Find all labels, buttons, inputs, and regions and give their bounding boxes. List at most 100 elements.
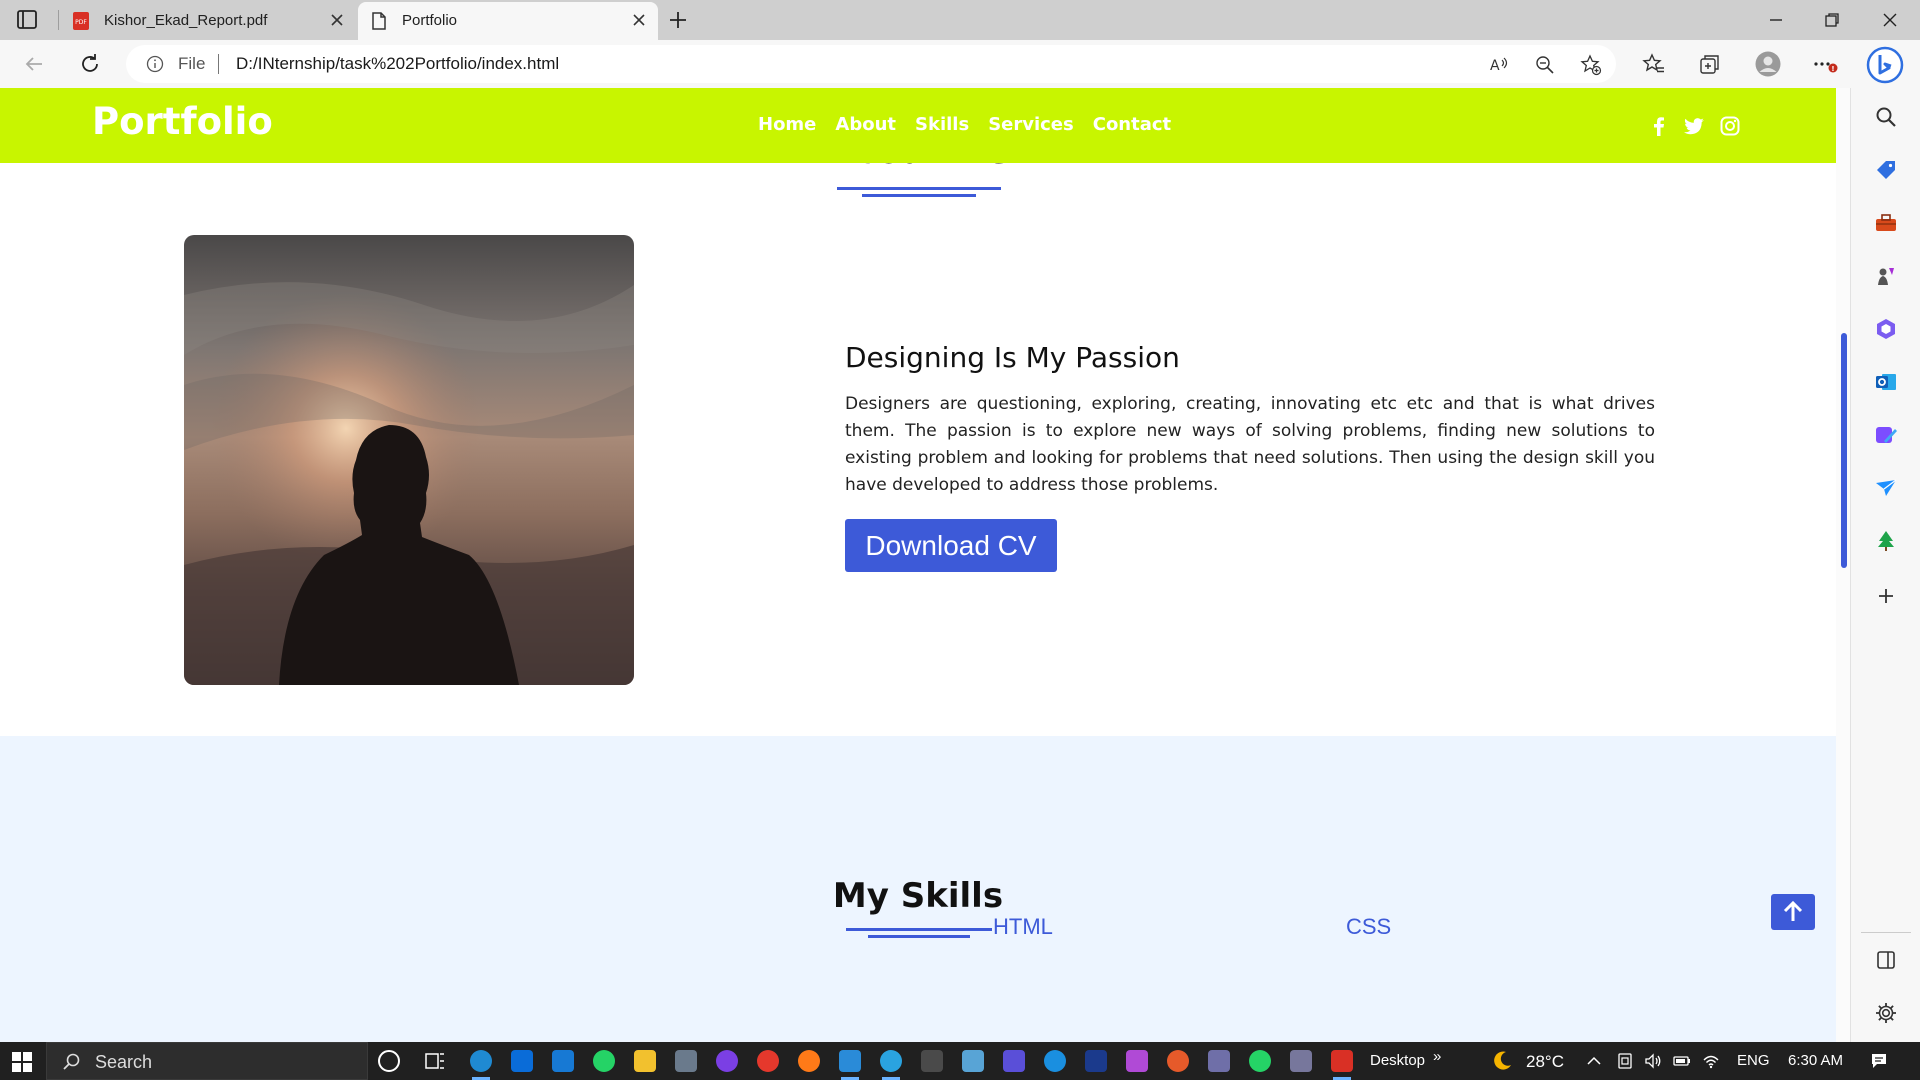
app-icon[interactable] [1208, 1050, 1230, 1072]
vscode-icon[interactable] [839, 1050, 861, 1080]
telegram-icon[interactable] [880, 1050, 902, 1080]
tree-icon[interactable] [1874, 529, 1898, 553]
shopping-tag-icon[interactable] [1874, 158, 1898, 182]
scroll-to-top-button[interactable] [1771, 894, 1815, 930]
twitter-icon[interactable] [1683, 115, 1705, 137]
add-favorite-icon[interactable] [1580, 54, 1602, 76]
scrollbar-thumb[interactable] [1841, 333, 1847, 568]
profile-avatar-icon[interactable] [1755, 51, 1781, 77]
mail-icon[interactable] [552, 1050, 574, 1072]
app-icon[interactable] [1290, 1050, 1312, 1072]
refresh-icon[interactable] [78, 52, 102, 76]
minimize-icon[interactable] [1764, 8, 1788, 32]
whatsapp-icon[interactable] [1249, 1050, 1271, 1072]
instagram-icon[interactable] [1719, 115, 1741, 137]
heading-underline [846, 928, 992, 931]
favorites-icon[interactable] [1642, 52, 1666, 76]
bing-copilot-icon[interactable] [1866, 46, 1904, 84]
task-view-icon[interactable] [424, 1050, 446, 1072]
tab-title: Kishor_Ekad_Report.pdf [104, 12, 268, 29]
cortana-icon[interactable] [378, 1050, 400, 1072]
weather-moon-icon[interactable] [1490, 1049, 1514, 1073]
sidebar-divider [1861, 932, 1911, 933]
info-icon[interactable] [146, 55, 164, 73]
profile-photo [184, 235, 634, 685]
pdf-reader-icon[interactable] [1331, 1050, 1353, 1080]
whatsapp-icon[interactable] [593, 1050, 615, 1072]
camera-icon[interactable] [675, 1050, 697, 1072]
about-title: Designing Is My Passion [845, 341, 1180, 374]
window-close-icon[interactable] [1878, 8, 1902, 32]
pdf-icon: PDF [72, 11, 90, 31]
store-icon[interactable] [511, 1050, 533, 1072]
search-icon [63, 1053, 81, 1071]
restore-icon[interactable] [1820, 8, 1844, 32]
app-icon[interactable] [1167, 1050, 1189, 1072]
close-icon[interactable] [328, 11, 346, 29]
nav-link-contact[interactable]: Contact [1093, 114, 1171, 135]
search-label: Search [95, 1052, 153, 1072]
outlook-icon[interactable] [1874, 370, 1898, 394]
heading-underline [862, 194, 976, 197]
dev-tool-icon[interactable] [1085, 1050, 1107, 1072]
clock[interactable]: 6:30 AM [1788, 1052, 1843, 1069]
microsoft-365-icon[interactable] [1874, 317, 1898, 341]
desktop-toolbar-label[interactable]: Desktop [1370, 1052, 1425, 1069]
firefox-icon[interactable] [798, 1050, 820, 1072]
url-text[interactable]: D:/INternship/task%202Portfolio/index.ht… [236, 54, 559, 74]
chevron-right-icon[interactable]: » [1433, 1048, 1441, 1065]
temperature[interactable]: 28°C [1526, 1052, 1564, 1072]
nav-link-home[interactable]: Home [758, 114, 816, 135]
tab-title: Portfolio [402, 12, 458, 29]
browser-app-icon[interactable] [1044, 1050, 1066, 1072]
download-cv-button[interactable]: Download CV [845, 519, 1057, 572]
volume-icon[interactable] [1644, 1052, 1662, 1070]
search-icon[interactable] [1874, 105, 1898, 129]
calculator-icon[interactable] [921, 1050, 943, 1072]
tab-actions-icon[interactable] [14, 8, 42, 32]
battery-icon[interactable] [1673, 1052, 1691, 1070]
facebook-icon[interactable] [1648, 115, 1670, 137]
tools-briefcase-icon[interactable] [1874, 211, 1898, 235]
windows-start-icon[interactable] [12, 1052, 32, 1072]
device-icon[interactable] [1616, 1052, 1634, 1070]
chrome-icon[interactable] [757, 1050, 779, 1072]
podcast-app-icon[interactable] [716, 1050, 738, 1072]
language-indicator[interactable]: ENG [1737, 1052, 1770, 1069]
notification-icon[interactable] [1870, 1052, 1888, 1070]
more-options-icon[interactable]: ! [1812, 52, 1838, 76]
svg-text:!: ! [1831, 65, 1834, 73]
designer-icon[interactable] [1874, 423, 1898, 447]
send-icon[interactable] [1874, 476, 1898, 500]
tab-pdf-report[interactable]: PDF Kishor_Ekad_Report.pdf [60, 2, 356, 40]
address-bar[interactable]: File D:/INternship/task%202Portfolio/ind… [126, 45, 1616, 83]
skill-html: HTML [993, 914, 1053, 939]
nav-link-services[interactable]: Services [988, 114, 1074, 135]
back-arrow-icon[interactable] [22, 52, 46, 76]
gear-icon[interactable] [1874, 1001, 1898, 1025]
wifi-icon[interactable] [1702, 1052, 1720, 1070]
skills-heading: My Skills [832, 876, 1004, 916]
edge-icon[interactable] [470, 1050, 492, 1080]
close-icon[interactable] [630, 11, 648, 29]
collections-icon[interactable] [1698, 52, 1722, 76]
file-explorer-icon[interactable] [634, 1050, 656, 1072]
add-icon[interactable] [1874, 584, 1898, 608]
read-aloud-icon[interactable]: A [1488, 54, 1510, 76]
app-icon[interactable] [1126, 1050, 1148, 1072]
nav-link-about[interactable]: About [835, 114, 896, 135]
new-tab-icon[interactable] [666, 8, 690, 32]
games-icon[interactable] [1874, 264, 1898, 288]
chevron-up-icon[interactable] [1585, 1052, 1603, 1070]
edge-sidebar [1850, 88, 1920, 1042]
tab-portfolio[interactable]: Portfolio [358, 2, 658, 40]
zoom-out-icon[interactable] [1534, 54, 1556, 76]
page-scrollbar[interactable] [1836, 88, 1850, 1042]
notes-app-icon[interactable] [962, 1050, 984, 1072]
taskbar-search[interactable]: Search [46, 1042, 368, 1080]
site-logo[interactable]: Portfolio [92, 100, 273, 143]
sidebar-panel-icon[interactable] [1874, 948, 1898, 972]
nav-link-skills[interactable]: Skills [915, 114, 969, 135]
app-icon[interactable] [1003, 1050, 1025, 1072]
browser-toolbar: File D:/INternship/task%202Portfolio/ind… [0, 40, 1920, 88]
